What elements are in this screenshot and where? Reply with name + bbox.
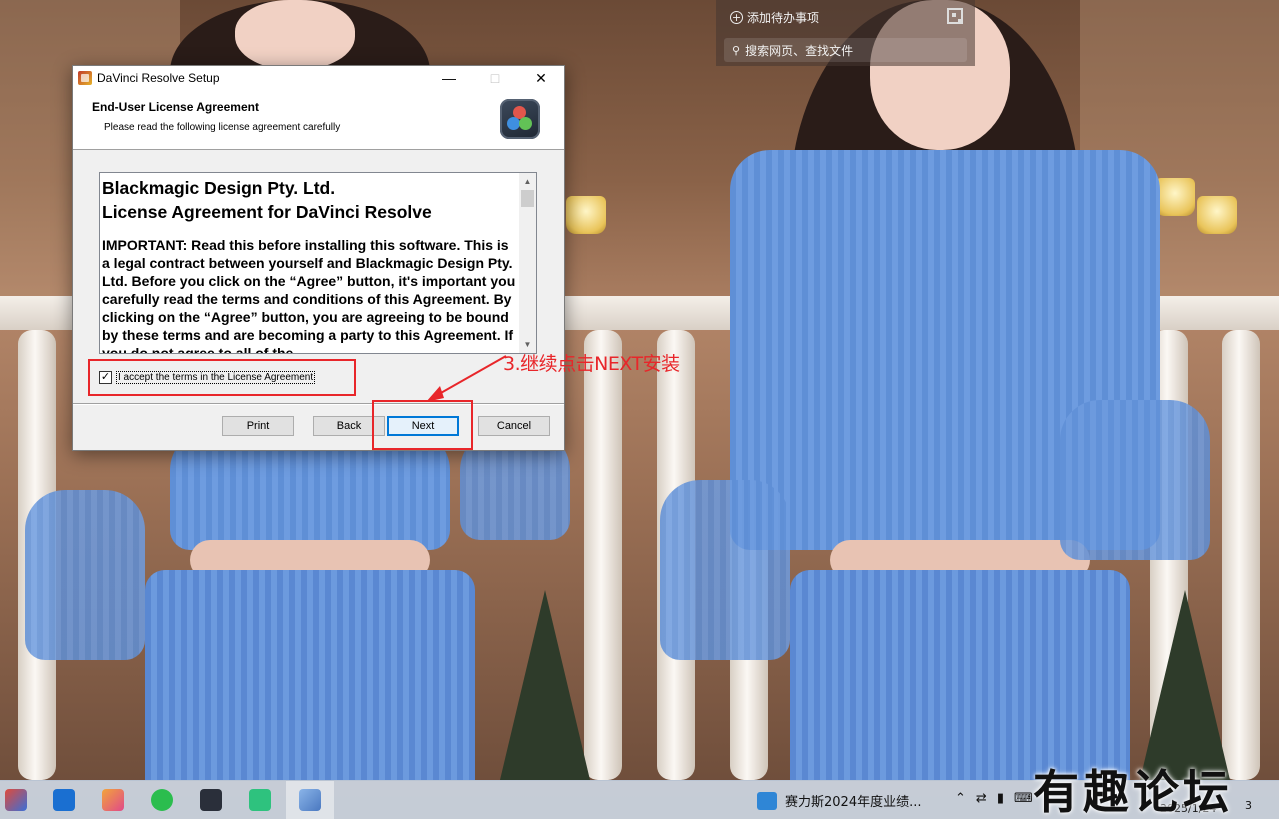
chevron-up-icon[interactable]: ⌃: [955, 791, 966, 806]
scroll-thumb[interactable]: [521, 190, 534, 207]
lamp: [1197, 196, 1237, 234]
news-icon: [757, 791, 777, 810]
window-title: DaVinci Resolve Setup: [97, 71, 220, 85]
davinci-resolve-icon[interactable]: [200, 789, 222, 811]
dancer-skirt: [145, 570, 475, 780]
accept-highlight-box: [88, 359, 356, 396]
network-icon[interactable]: ⇄: [976, 791, 987, 806]
close-button[interactable]: ✕: [518, 66, 564, 90]
lamp: [1155, 178, 1195, 216]
page-title: End-User License Agreement: [92, 100, 259, 114]
battery-icon[interactable]: ▮: [997, 791, 1004, 806]
keyboard-icon[interactable]: ⌨: [1014, 791, 1033, 806]
license-content: Blackmagic Design Pty. Ltd. License Agre…: [102, 176, 520, 354]
search-placeholder: 搜索网页、查找文件: [745, 43, 854, 58]
annotation-arrow-icon: [426, 355, 507, 402]
app-store-icon[interactable]: [102, 789, 124, 811]
license-scrollbar[interactable]: ▲ ▼: [519, 173, 536, 353]
annotation-text: 3.继续点击NEXT安装: [503, 353, 680, 375]
start-app-icon[interactable]: [5, 789, 27, 811]
dancer-arm: [1060, 400, 1210, 560]
minimize-button[interactable]: —: [426, 66, 472, 90]
feishu-icon[interactable]: [53, 789, 75, 811]
davinci-resolve-logo-icon: [500, 99, 540, 139]
notification-badge[interactable]: 3: [1245, 799, 1252, 812]
installer-icon: [78, 71, 92, 85]
cancel-button[interactable]: Cancel: [478, 416, 550, 436]
news-text: 赛力斯2024年度业绩...: [785, 795, 922, 810]
lamp: [566, 196, 606, 234]
license-company: Blackmagic Design Pty. Ltd.: [102, 178, 336, 198]
app-icon[interactable]: [249, 789, 271, 811]
header-banner: End-User License Agreement Please read t…: [73, 90, 564, 150]
dancer-skirt: [790, 570, 1130, 780]
scroll-up-icon[interactable]: ▲: [519, 173, 536, 190]
maximize-button: □: [490, 70, 500, 86]
page-subtitle: Please read the following license agreem…: [104, 122, 341, 133]
search-input[interactable]: ⚲ 搜索网页、查找文件: [724, 38, 967, 62]
license-heading: License Agreement for DaVinci Resolve: [102, 202, 432, 222]
license-body: IMPORTANT: Read this before installing t…: [102, 237, 516, 354]
dancer-face: [235, 0, 355, 70]
watermark-logo: 有趣论坛: [1033, 765, 1233, 819]
add-todo-button[interactable]: + 添加待办事项: [730, 9, 819, 26]
add-todo-label: 添加待办事项: [747, 11, 820, 25]
news-notification[interactable]: 赛力斯2024年度业绩...: [757, 791, 921, 810]
print-button[interactable]: Print: [222, 416, 294, 436]
system-tray: ⌃ ⇄ ▮ ⌨: [955, 791, 1033, 806]
setup-installer-icon[interactable]: [299, 789, 321, 811]
christmas-tree: [1140, 590, 1230, 780]
search-widget: + 添加待办事项 ⚲ 搜索网页、查找文件: [716, 0, 975, 66]
plus-circle-icon: +: [730, 11, 743, 24]
wechat-icon[interactable]: [151, 789, 173, 811]
title-bar[interactable]: DaVinci Resolve Setup — □ ✕: [73, 66, 564, 90]
qr-code-icon[interactable]: [947, 8, 963, 24]
license-text-box[interactable]: Blackmagic Design Pty. Ltd. License Agre…: [99, 172, 537, 354]
search-icon: ⚲: [732, 43, 741, 57]
christmas-tree: [500, 590, 590, 780]
dancer-arm: [660, 480, 790, 660]
dancer-arm: [25, 490, 145, 660]
